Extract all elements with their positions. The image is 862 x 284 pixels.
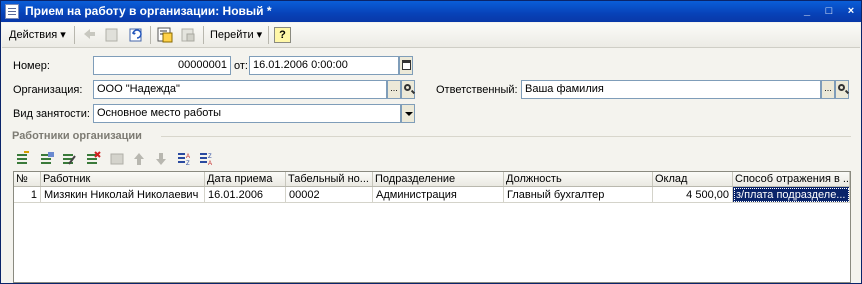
- calendar-icon: [402, 60, 411, 70]
- date-field[interactable]: 16.01.2006 0:00:00: [249, 56, 399, 75]
- actions-menu[interactable]: Действия ▾: [9, 28, 66, 41]
- move-up-icon[interactable]: [131, 151, 147, 166]
- document-icon: [5, 4, 19, 19]
- toolbar-separator: [150, 26, 151, 44]
- responsible-field[interactable]: Ваша фамилия: [521, 80, 821, 99]
- maximize-button[interactable]: □: [821, 4, 837, 19]
- post-document-icon[interactable]: [156, 26, 174, 43]
- column-header-method[interactable]: Способ отражения в ...: [733, 172, 850, 186]
- cell-tab-number[interactable]: 00002: [286, 187, 373, 203]
- calendar-button[interactable]: [399, 56, 413, 75]
- employment-type-select[interactable]: Основное место работы: [93, 104, 401, 123]
- svg-text:A: A: [208, 161, 212, 166]
- cell-position[interactable]: Главный бухгалтер: [504, 187, 653, 203]
- toolbar: Действия ▾ Перейти ▾ ?: [2, 23, 860, 48]
- employees-table[interactable]: № Работник Дата приема Табельный но... П…: [13, 171, 851, 283]
- edit-row-icon[interactable]: [61, 151, 77, 166]
- table-row[interactable]: 1 Мизякин Николай Николаевич 16.01.2006 …: [14, 187, 850, 203]
- column-header-hire-date[interactable]: Дата приема: [205, 172, 286, 186]
- back-arrow-icon[interactable]: [80, 26, 98, 43]
- section-divider: [161, 136, 851, 137]
- svg-text:Z: Z: [186, 161, 190, 166]
- goto-menu[interactable]: Перейти ▾: [210, 28, 262, 41]
- number-field[interactable]: 00000001: [93, 56, 231, 75]
- organization-field[interactable]: ООО "Надежда": [93, 80, 387, 99]
- organization-label: Организация:: [13, 84, 83, 96]
- organization-open-button[interactable]: [401, 80, 415, 99]
- cell-salary[interactable]: 4 500,00: [653, 187, 733, 203]
- employment-type-dropdown-button[interactable]: [401, 104, 415, 123]
- date-label: от:: [234, 60, 248, 72]
- chevron-down-icon: [405, 112, 413, 116]
- organization-select-button[interactable]: ...: [387, 80, 401, 99]
- column-header-department[interactable]: Подразделение: [373, 172, 504, 186]
- end-edit-icon[interactable]: [109, 151, 125, 166]
- actions-menu-label: Действия: [9, 29, 58, 41]
- column-header-employee[interactable]: Работник: [41, 172, 205, 186]
- title-bar[interactable]: Прием на работу в организации: Новый * _…: [1, 1, 861, 22]
- cell-department[interactable]: Администрация: [373, 187, 504, 203]
- number-label: Номер:: [13, 60, 50, 72]
- cell-employee[interactable]: Мизякин Николай Николаевич: [41, 187, 205, 203]
- magnifier-icon: [838, 84, 845, 91]
- cell-method[interactable]: з/плата подразделе...: [733, 187, 850, 203]
- document-window: Прием на работу в организации: Новый * _…: [0, 0, 862, 284]
- goto-menu-label: Перейти: [210, 29, 254, 41]
- toolbar-separator: [203, 26, 204, 44]
- responsible-label: Ответственный:: [436, 84, 518, 96]
- table-header: № Работник Дата приема Табельный но... П…: [14, 172, 850, 187]
- column-header-number[interactable]: №: [14, 172, 41, 186]
- magnifier-icon: [404, 84, 411, 91]
- employees-section-title: Работники организации: [12, 130, 142, 142]
- column-header-position[interactable]: Должность: [504, 172, 653, 186]
- add-row-icon[interactable]: [15, 151, 31, 166]
- svg-text:Z: Z: [208, 154, 212, 160]
- column-header-salary[interactable]: Оклад: [653, 172, 733, 186]
- window-title: Прием на работу в организации: Новый *: [25, 4, 272, 18]
- minimize-button[interactable]: _: [799, 4, 815, 19]
- help-button[interactable]: ?: [274, 27, 291, 43]
- delete-row-icon[interactable]: [85, 151, 101, 166]
- close-button[interactable]: ×: [843, 4, 859, 19]
- move-down-icon[interactable]: [153, 151, 169, 166]
- svg-text:A: A: [186, 154, 190, 160]
- document-icon[interactable]: [103, 26, 121, 43]
- refresh-icon[interactable]: [127, 26, 145, 43]
- sort-asc-icon[interactable]: AZ: [177, 151, 193, 167]
- cell-hire-date[interactable]: 16.01.2006: [205, 187, 286, 203]
- responsible-open-button[interactable]: [835, 80, 849, 99]
- responsible-select-button[interactable]: ...: [821, 80, 835, 99]
- employment-type-label: Вид занятости:: [13, 108, 90, 120]
- cell-number[interactable]: 1: [14, 187, 41, 203]
- sort-desc-icon[interactable]: ZA: [199, 151, 215, 167]
- column-header-tab-number[interactable]: Табельный но...: [286, 172, 373, 186]
- toolbar-separator: [74, 26, 75, 44]
- print-icon[interactable]: [179, 26, 197, 43]
- toolbar-separator: [268, 26, 269, 44]
- copy-row-icon[interactable]: [39, 151, 55, 166]
